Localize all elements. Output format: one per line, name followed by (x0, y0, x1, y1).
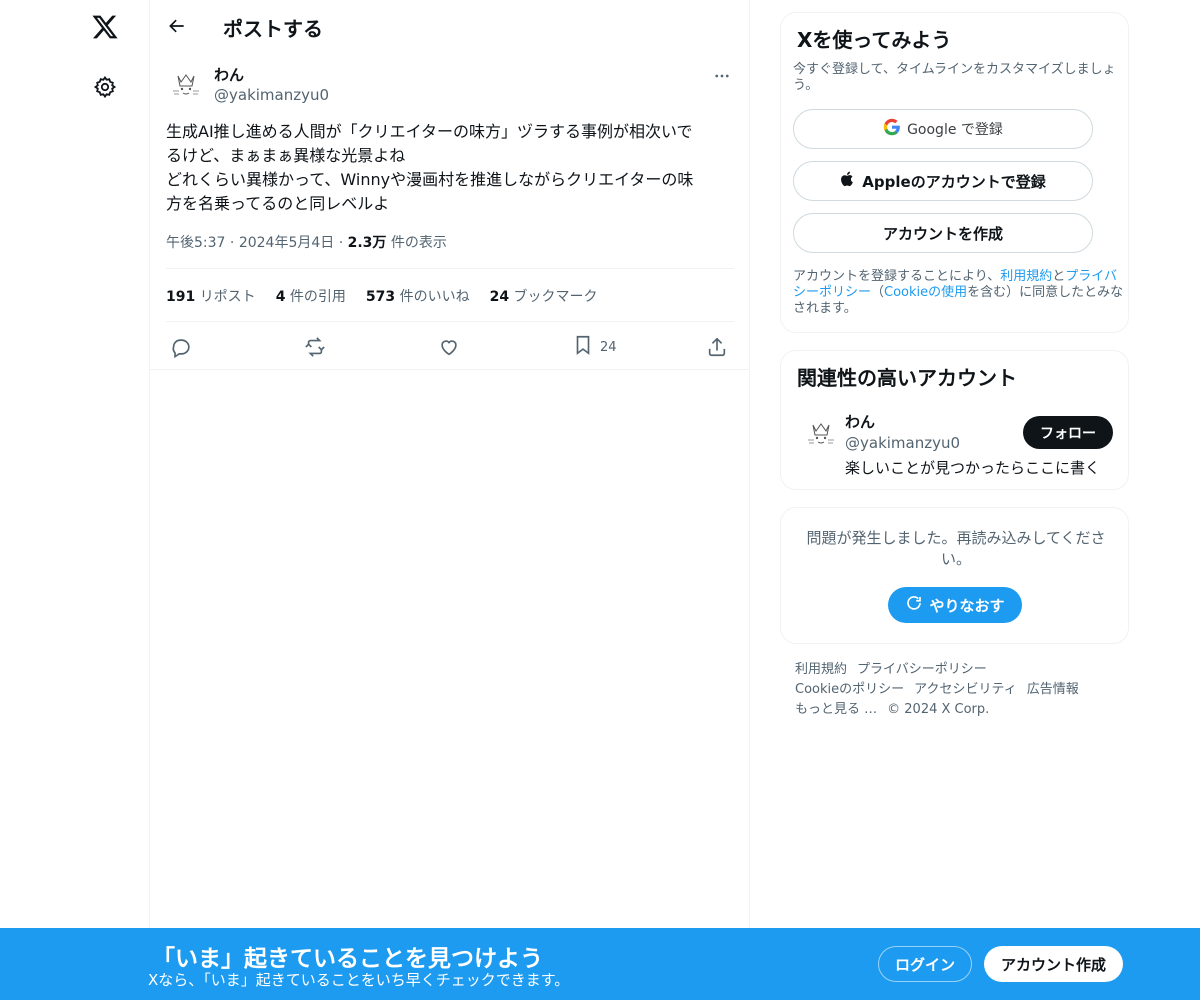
likes-stat[interactable]: 573 件のいいね (366, 286, 470, 306)
views-count: 2.3万 (347, 235, 387, 251)
reposts-count: 191 (166, 289, 196, 305)
account-name[interactable]: わん (845, 411, 875, 432)
footer-privacy-link[interactable]: プライバシーポリシー (857, 662, 987, 677)
login-banner: 「いま」起きていることを見つけよう Xなら、「いま」起きていることをいち早くチェ… (0, 928, 1200, 1000)
likes-label: 件のいいね (399, 289, 470, 305)
account-handle[interactable]: @yakimanzyu0 (845, 434, 960, 452)
signup-button[interactable]: アカウント作成 (984, 946, 1123, 982)
banner-subtitle: Xなら、「いま」起きていることをいち早くチェックできます。 (148, 971, 570, 989)
heart-icon[interactable] (438, 332, 460, 362)
meta-separator: · (338, 235, 348, 251)
reply-icon[interactable] (170, 332, 192, 362)
google-icon (883, 118, 901, 140)
divider (166, 321, 734, 322)
tweet-text-line: どれくらい異様かって、Winnyや漫画村を推進しながらクリエイターの味 (166, 170, 694, 189)
arrow-left-icon[interactable] (162, 11, 192, 41)
quotes-label: 件の引用 (289, 289, 346, 305)
bookmark-icon (572, 334, 594, 360)
footer-ads-link[interactable]: 広告情報 (1027, 682, 1079, 697)
left-nav (0, 0, 150, 1000)
quotes-stat[interactable]: 4 件の引用 (276, 286, 346, 306)
more-horizontal-icon[interactable] (710, 64, 734, 88)
signup-card: Xを使ってみよう 今すぐ登録して、タイムラインをカスタマイズしましょう。 Goo… (780, 12, 1129, 333)
retry-label: やりなおす (929, 596, 1005, 615)
error-message: 問題が発生しました。再読み込みしてください。 (806, 529, 1106, 568)
error-card: 問題が発生しました。再読み込みしてください。 やりなおす (780, 507, 1129, 644)
footer-more-link[interactable]: もっと見る … (795, 702, 877, 717)
footer-accessibility-link[interactable]: アクセシビリティ (914, 682, 1017, 697)
bookmark-button[interactable]: 24 (572, 332, 617, 362)
cookie-link[interactable]: Cookieの使用 (884, 285, 967, 300)
signup-card-subtitle: 今すぐ登録して、タイムラインをカスタマイズしましょう。 (793, 62, 1116, 93)
relevant-accounts-title: 関連性の高いアカウント (797, 366, 1017, 390)
meta-separator: · (229, 235, 239, 251)
gear-icon[interactable] (89, 71, 121, 103)
tweet-time[interactable]: 午後5:37 (166, 235, 225, 251)
tweet-text-line: 生成AI推し進める人間が「クリエイターの味方」ヅラする事例が相次いで (166, 122, 693, 141)
create-account-label: アカウントを作成 (882, 224, 1003, 243)
x-logo-icon[interactable] (89, 11, 121, 43)
author-handle[interactable]: @yakimanzyu0 (214, 86, 329, 104)
legal-and: と (1052, 269, 1066, 284)
tweet-text: 生成AI推し進める人間が「クリエイターの味方」ヅラする事例が相次いで るけど、ま… (166, 120, 734, 216)
terms-link[interactable]: 利用規約 (1000, 269, 1052, 284)
legal-text: アカウントを登録することにより、利用規約とプライバシーポリシー（Cookieの使… (793, 269, 1127, 317)
tweet-meta: 午後5:37 · 2024年5月4日 · 2.3万 件の表示 (166, 232, 447, 252)
bookmarks-label: ブックマーク (513, 289, 598, 305)
avatar[interactable] (801, 413, 841, 453)
copyright: © 2024 X Corp. (887, 702, 990, 717)
share-icon[interactable] (706, 332, 728, 362)
login-button[interactable]: ログイン (878, 946, 972, 982)
views-label: 件の表示 (390, 235, 447, 251)
bookmark-count: 24 (600, 339, 617, 355)
author-name[interactable]: わん (214, 64, 244, 85)
legal-prefix: アカウントを登録することにより、 (793, 269, 1001, 284)
repost-icon[interactable] (304, 332, 326, 362)
create-account-button[interactable]: アカウントを作成 (793, 213, 1093, 253)
legal-open: （ (871, 285, 885, 300)
follow-button[interactable]: フォロー (1023, 416, 1113, 449)
divider (150, 369, 750, 370)
divider (166, 268, 734, 269)
banner-title: 「いま」起きていることを見つけよう (152, 946, 543, 972)
bookmarks-stat[interactable]: 24 ブックマーク (490, 286, 598, 306)
footer-terms-link[interactable]: 利用規約 (795, 662, 847, 677)
apple-signup-button[interactable]: Appleのアカウントで登録 (793, 161, 1093, 201)
signup-card-title: Xを使ってみよう (797, 28, 952, 52)
footer-links: 利用規約 プライバシーポリシー Cookieのポリシー アクセシビリティ 広告情報 も… (795, 660, 1125, 720)
likes-count: 573 (365, 289, 396, 305)
bookmarks-count: 24 (489, 289, 510, 305)
apple-signup-label: Appleのアカウントで登録 (862, 172, 1046, 191)
refresh-icon (905, 594, 923, 616)
page-title: ポストする (223, 17, 323, 41)
tweet-date[interactable]: 2024年5月4日 (239, 235, 334, 251)
reposts-stat[interactable]: 191 リポスト (166, 286, 256, 306)
google-signup-button[interactable]: Google で登録 (793, 109, 1093, 149)
retry-button[interactable]: やりなおす (888, 587, 1022, 623)
tweet-text-line: 方を名乗ってるのと同レベルよ (166, 194, 390, 213)
tweet-actions: 24 (166, 332, 734, 362)
reposts-label: リポスト (199, 289, 256, 305)
avatar[interactable] (166, 64, 206, 104)
apple-icon (840, 170, 856, 192)
relevant-accounts-card: 関連性の高いアカウント わん @yakimanzyu0 楽しいことが見つかったら… (780, 350, 1129, 490)
tweet-text-line: るけど、まぁまぁ異様な光景よね (166, 146, 406, 165)
account-bio: 楽しいことが見つかったらここに書く (845, 459, 1101, 477)
quotes-count: 4 (275, 289, 286, 305)
page-header: ポストする (150, 0, 750, 53)
footer-cookie-link[interactable]: Cookieのポリシー (795, 682, 904, 697)
tweet-stats: 191 リポスト 4 件の引用 573 件のいいね 24 ブックマーク (166, 286, 598, 306)
google-signup-label: Google で登録 (907, 122, 1003, 138)
main-column: ポストする わん @yakimanzyu0 生成AI推し進める人間が「クリエイタ… (149, 0, 750, 1000)
